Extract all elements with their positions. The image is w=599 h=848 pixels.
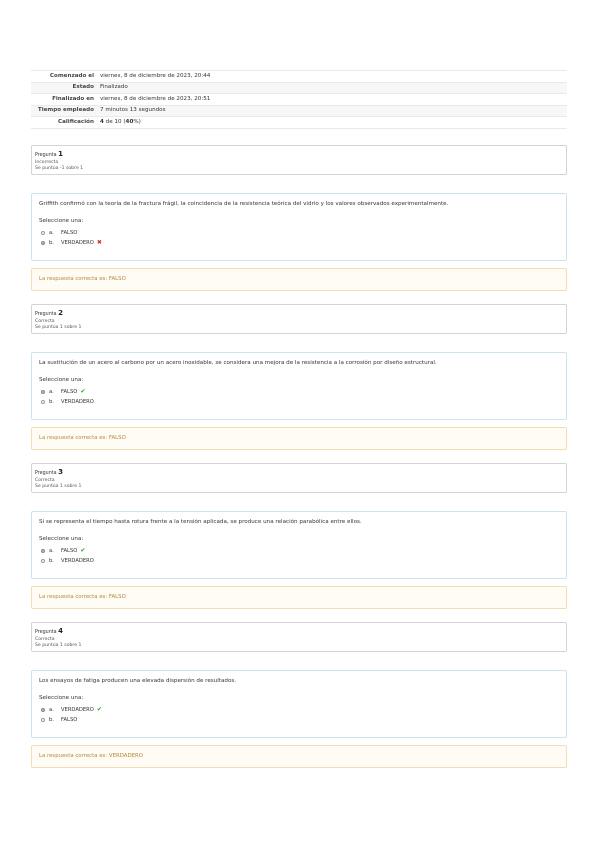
question-info-box: Pregunta 2 Correcta Se puntúa 1 sobre 1 (31, 304, 567, 334)
question-content-box: Griffith confirmó con la teoría de la fr… (31, 193, 567, 261)
summary-row-grade: Calificación 4 de 10 (40%) (31, 116, 567, 129)
question-prefix: Pregunta (35, 312, 57, 317)
option-label: FALSO (61, 716, 78, 723)
answer-prompt: Seleccione una: (39, 376, 84, 383)
question-number-value: 4 (58, 627, 63, 635)
question-text: La sustitución de un acero al carbono po… (39, 360, 437, 366)
attempt-summary-table: Comenzado el viernes, 8 de diciembre de … (31, 70, 567, 129)
summary-label: Estado (31, 81, 97, 94)
answer-prompt: Seleccione una: (39, 694, 84, 701)
grade-end: %) (133, 118, 141, 125)
question-content-box: Los ensayos de fatiga producen una eleva… (31, 670, 567, 738)
answer-prompt: Seleccione una: (39, 535, 84, 542)
question-status: Correcta (35, 477, 55, 483)
answer-option[interactable]: a. VERDADERO ✔ (39, 705, 559, 715)
correct-answer-feedback: La respuesta correcta es: VERDADERO (31, 745, 567, 768)
question-number: Pregunta 1 (35, 149, 562, 160)
radio-button[interactable] (41, 717, 45, 722)
answer-option[interactable]: a. FALSO (39, 228, 559, 238)
question-info-box: Pregunta 3 Correcta Se puntúa 1 sobre 1 (31, 463, 567, 493)
correct-answer-feedback: La respuesta correcta es: FALSO (31, 586, 567, 609)
feedback-text: La respuesta correcta es: FALSO (39, 276, 126, 282)
correct-answer-feedback: La respuesta correcta es: FALSO (31, 427, 567, 450)
feedback-text: La respuesta correcta es: FALSO (39, 435, 126, 441)
option-letter: a. (49, 229, 54, 236)
question-prefix: Pregunta (35, 153, 57, 158)
option-label: VERDADERO (61, 398, 94, 405)
summary-value: viernes, 8 de diciembre de 2023, 20:51 (97, 93, 567, 106)
quiz-review-page: Comenzado el viernes, 8 de diciembre de … (31, 70, 567, 129)
question-status: Correcta (35, 636, 55, 642)
question-score: Se puntúa 1 sobre 1 (35, 643, 82, 649)
summary-label: Calificación (31, 116, 97, 129)
summary-value: 7 minutos 13 segundos (97, 104, 567, 117)
question-score: Se puntúa -1 sobre 1 (35, 166, 84, 172)
option-letter: b. (49, 716, 54, 723)
question-text: Los ensayos de fatiga producen una eleva… (39, 678, 237, 684)
question-number-value: 1 (58, 150, 63, 158)
question-score: Se puntúa 1 sobre 1 (35, 325, 82, 331)
question-prefix: Pregunta (35, 471, 57, 476)
answer-option[interactable]: b. FALSO (39, 715, 559, 725)
radio-button[interactable] (41, 558, 45, 563)
question-info-box: Pregunta 1 Incorrecta Se puntúa -1 sobre 1 (31, 145, 567, 175)
summary-value: viernes, 8 de diciembre de 2023, 20:44 (97, 70, 567, 83)
summary-row-finished: Finalizado en viernes, 8 de diciembre de… (31, 93, 567, 106)
option-label: VERDADERO (61, 706, 94, 713)
question-text: Si se representa el tiempo hasta rotura … (39, 519, 362, 525)
option-letter: a. (49, 388, 54, 395)
summary-row-state: Estado Finalizado (31, 81, 567, 94)
option-letter: b. (49, 557, 54, 564)
question-number: Pregunta 4 (35, 626, 562, 637)
question-status: Correcta (35, 318, 55, 324)
feedback-text: La respuesta correcta es: VERDADERO (39, 753, 144, 759)
summary-label: Tiempo empleado (31, 104, 97, 117)
question-content-box: La sustitución de un acero al carbono po… (31, 352, 567, 420)
question-info-box: Pregunta 4 Correcta Se puntúa 1 sobre 1 (31, 622, 567, 652)
radio-button[interactable] (41, 240, 45, 245)
summary-value: 4 de 10 (40%) (97, 116, 567, 129)
summary-label: Finalizado en (31, 93, 97, 106)
answer-option[interactable]: b. VERDADERO (39, 397, 559, 407)
radio-button[interactable] (41, 707, 45, 712)
option-letter: a. (49, 706, 54, 713)
cross-icon: ✖ (96, 239, 102, 247)
option-label: VERDADERO (61, 239, 94, 246)
question-content-box: Si se representa el tiempo hasta rotura … (31, 511, 567, 579)
question-number: Pregunta 3 (35, 467, 562, 478)
question-status: Incorrecta (35, 159, 59, 165)
option-letter: b. (49, 398, 54, 405)
summary-row-started: Comenzado el viernes, 8 de diciembre de … (31, 70, 567, 83)
feedback-text: La respuesta correcta es: FALSO (39, 594, 126, 600)
question-text: Griffith confirmó con la teoría de la fr… (39, 201, 449, 207)
answer-option[interactable]: a. FALSO ✔ (39, 546, 559, 556)
answer-option[interactable]: b. VERDADERO ✖ (39, 238, 559, 248)
summary-value: Finalizado (97, 81, 567, 94)
summary-row-time: Tiempo empleado 7 minutos 13 segundos (31, 104, 567, 117)
option-label: FALSO (61, 547, 78, 554)
answer-option[interactable]: b. VERDADERO (39, 556, 559, 566)
summary-label: Comenzado el (31, 70, 97, 83)
radio-button[interactable] (41, 230, 45, 235)
option-letter: a. (49, 547, 54, 554)
question-number-value: 3 (58, 468, 63, 476)
check-icon: ✔ (80, 547, 86, 555)
grade-mid: de 10 ( (103, 118, 126, 125)
option-label: VERDADERO (61, 557, 94, 564)
radio-button[interactable] (41, 389, 45, 394)
correct-answer-feedback: La respuesta correcta es: FALSO (31, 268, 567, 291)
question-number: Pregunta 2 (35, 308, 562, 319)
check-icon: ✔ (80, 388, 86, 396)
radio-button[interactable] (41, 399, 45, 404)
check-icon: ✔ (96, 706, 102, 714)
radio-button[interactable] (41, 548, 45, 553)
question-prefix: Pregunta (35, 630, 57, 635)
question-score: Se puntúa 1 sobre 1 (35, 484, 82, 490)
option-label: FALSO (61, 388, 78, 395)
option-letter: b. (49, 239, 54, 246)
option-label: FALSO (61, 229, 78, 236)
question-number-value: 2 (58, 309, 63, 317)
answer-prompt: Seleccione una: (39, 217, 84, 224)
answer-option[interactable]: a. FALSO ✔ (39, 387, 559, 397)
